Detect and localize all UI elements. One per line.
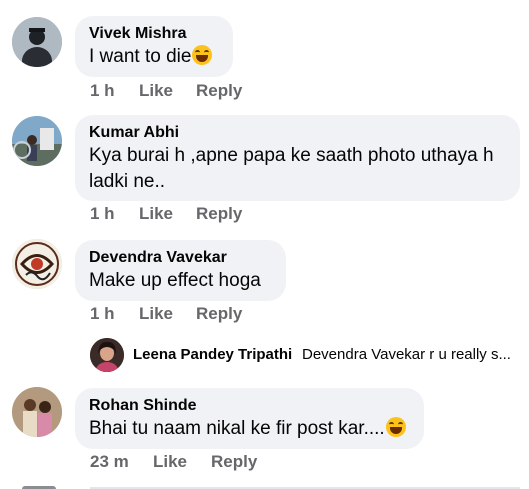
like-button[interactable]: Like [139,304,173,324]
comment-time[interactable]: 1 h [90,81,115,101]
avatar[interactable] [90,338,124,372]
comment-time[interactable]: 1 h [90,304,115,324]
reply-button[interactable]: Reply [196,204,242,224]
comment-author[interactable]: Vivek Mishra [89,24,219,44]
reply-button[interactable]: Reply [211,452,257,472]
comment-actions: 1 h Like Reply [0,204,529,224]
laughing-emoji-icon [192,45,213,65]
comment-bubble: Devendra Vavekar Make up effect hoga [75,240,286,301]
comment-actions: 23 m Like Reply [0,452,529,472]
comment-author[interactable]: Rohan Shinde [89,396,410,416]
like-button[interactable]: Like [139,81,173,101]
comment-text: Bhai tu naam nikal ke fir post kar.... [89,416,410,442]
avatar[interactable] [12,116,62,166]
avatar[interactable] [12,239,62,289]
reply-button[interactable]: Reply [196,304,242,324]
avatar[interactable] [12,387,62,437]
comment-bubble: Rohan Shinde Bhai tu naam nikal ke fir p… [75,388,424,449]
reply-button[interactable]: Reply [196,81,242,101]
reply-author[interactable]: Leena Pandey Tripathi [133,346,292,363]
comment-author[interactable]: Devendra Vavekar [89,248,272,268]
comment-time[interactable]: 1 h [90,204,115,224]
comment-actions: 1 h Like Reply [0,81,529,101]
reply-text: Devendra Vavekar r u really s... [302,346,511,363]
avatar[interactable] [12,17,62,67]
comment-bubble: Vivek Mishra I want to die [75,16,233,77]
comment-time[interactable]: 23 m [90,452,129,472]
comment-text: Make up effect hoga [89,270,261,291]
comment-bubble: Kumar Abhi Kya burai h ,apne papa ke saa… [75,115,520,201]
laughing-emoji-icon [385,417,406,437]
comment-actions: 1 h Like Reply [0,304,529,324]
comment-author[interactable]: Kumar Abhi [89,123,506,143]
comment-text: I want to die [89,44,219,70]
comment-text: Kya burai h ,apne papa ke saath photo ut… [89,145,494,192]
reply-preview[interactable]: Leena Pandey Tripathi Devendra Vavekar r… [90,338,529,372]
like-button[interactable]: Like [153,452,187,472]
like-button[interactable]: Like [139,204,173,224]
